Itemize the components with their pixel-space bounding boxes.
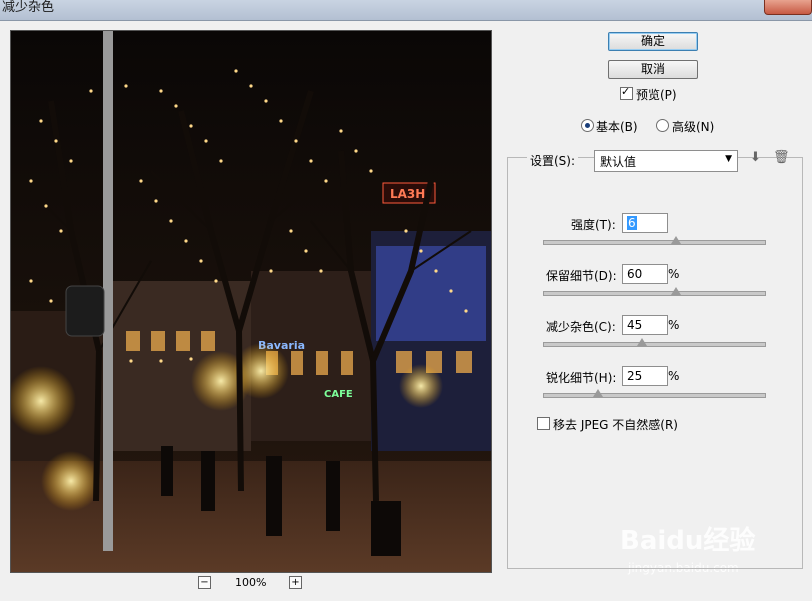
save-settings-icon[interactable]: ⬇ [750,150,761,165]
settings-select[interactable]: 默认值 ▼ [594,150,738,172]
mode-basic-label: 基本(B) [596,120,638,134]
strength-slider-thumb[interactable] [670,236,681,244]
mode-advanced-label: 高级(N) [672,120,715,134]
zoom-level: 100% [235,576,267,589]
preserve-unit: % [668,267,680,281]
param-preserve-label: 保留细节(D): [546,269,617,283]
sharpen-input[interactable]: 25 [622,366,668,386]
zoom-in-button[interactable]: + [289,576,302,589]
night-street-photo: LA3H Bavaria CAFE [11,31,491,572]
sharpen-unit: % [668,369,680,383]
param-sharpen-label: 锐化细节(H): [546,371,617,385]
reduce-unit: % [668,318,680,332]
checkmark-icon: ✓ [621,85,631,98]
jpeg-artifact-checkbox[interactable] [537,417,550,430]
param-reduce-label: 减少杂色(C): [546,320,616,334]
reduce-slider-thumb[interactable] [637,338,648,346]
title-bar: 减少杂色 [0,0,812,21]
strength-value: 6 [627,216,637,230]
preserve-details-input[interactable]: 60 [622,264,668,284]
cancel-button[interactable]: 取消 [608,60,698,79]
radio-selected-dot [585,123,590,128]
close-button[interactable] [764,0,812,15]
settings-label: 设置(S): [527,152,579,169]
sign-cafe: CAFE [324,389,353,400]
mode-basic-radio[interactable] [581,119,594,132]
param-strength-label: 强度(T): [571,218,616,232]
preserve-slider-track[interactable] [543,291,766,296]
mode-advanced-radio[interactable] [656,119,669,132]
preview-checkbox[interactable]: ✓ [620,85,633,100]
trash-icon[interactable]: 🗑 [773,150,790,165]
chevron-down-icon: ▼ [725,154,732,164]
sign-la3h: LA3H [390,187,425,201]
sharpen-slider-thumb[interactable] [593,389,604,397]
sharpen-slider-track[interactable] [543,393,766,398]
zoom-out-button[interactable]: − [198,576,211,589]
reduce-noise-input[interactable]: 45 [622,315,668,335]
preview-label: 预览(P) [636,88,677,102]
strength-input[interactable]: 6 [622,213,668,233]
preview-image[interactable]: LA3H Bavaria CAFE [10,30,492,573]
settings-value: 默认值 [600,155,637,169]
ok-button[interactable]: 确定 [608,32,698,51]
strength-slider-track[interactable] [543,240,766,245]
jpeg-artifact-label: 移去 JPEG 不自然感(R) [553,418,678,432]
window-title: 减少杂色 [2,0,55,15]
reduce-slider-track[interactable] [543,342,766,347]
preserve-slider-thumb[interactable] [670,287,681,295]
